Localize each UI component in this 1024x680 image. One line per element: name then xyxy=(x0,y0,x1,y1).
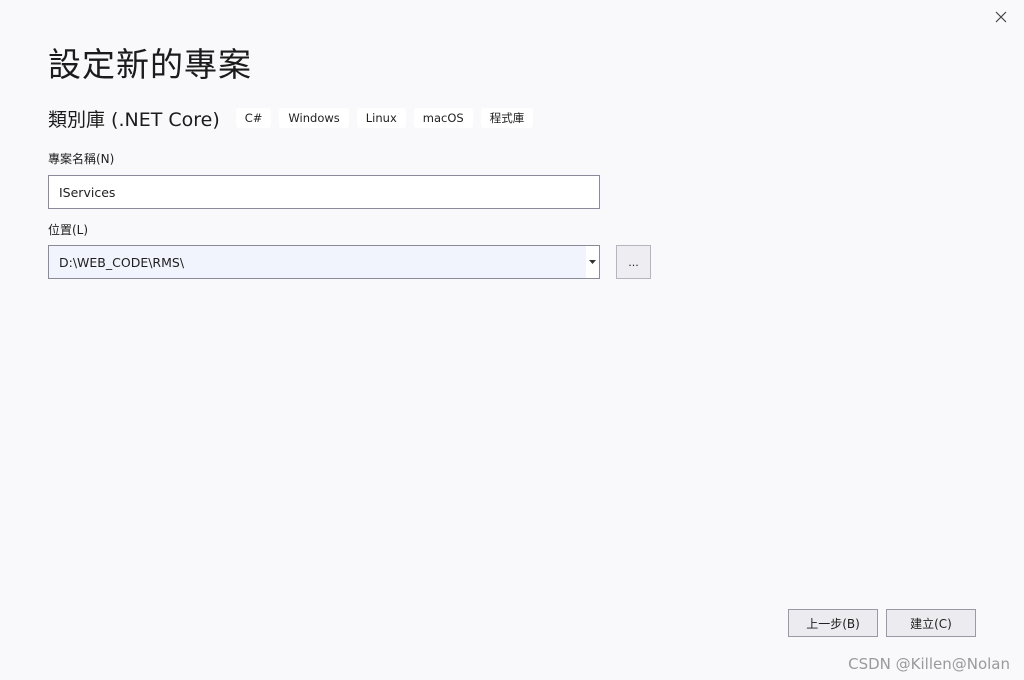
location-label: 位置(L) xyxy=(48,223,89,237)
location-dropdown-button[interactable] xyxy=(586,246,599,278)
project-name-label: 專案名稱(N) xyxy=(48,152,115,166)
tag-project-type: 程式庫 xyxy=(480,108,534,128)
template-summary: 類別庫 (.NET Core) C# Windows Linux macOS 程… xyxy=(48,104,541,132)
back-button[interactable]: 上一步(B) xyxy=(788,609,878,637)
browse-button[interactable]: ... xyxy=(616,245,651,279)
close-button[interactable] xyxy=(990,6,1012,28)
create-button[interactable]: 建立(C) xyxy=(886,609,976,637)
page-title: 設定新的專案 xyxy=(48,45,252,84)
location-value[interactable]: D:\WEB_CODE\RMS\ xyxy=(49,246,586,278)
caret-down-icon xyxy=(589,260,596,264)
project-name-input[interactable] xyxy=(48,175,600,209)
tag-platform-linux: Linux xyxy=(356,108,406,128)
watermark: CSDN @Killen@Nolan xyxy=(848,655,1010,673)
close-icon xyxy=(995,11,1007,23)
tag-language: C# xyxy=(235,108,272,128)
tag-platform-macos: macOS xyxy=(413,108,473,128)
location-combobox[interactable]: D:\WEB_CODE\RMS\ xyxy=(48,245,600,279)
template-name: 類別庫 (.NET Core) xyxy=(48,108,220,131)
tag-platform-windows: Windows xyxy=(279,108,349,128)
